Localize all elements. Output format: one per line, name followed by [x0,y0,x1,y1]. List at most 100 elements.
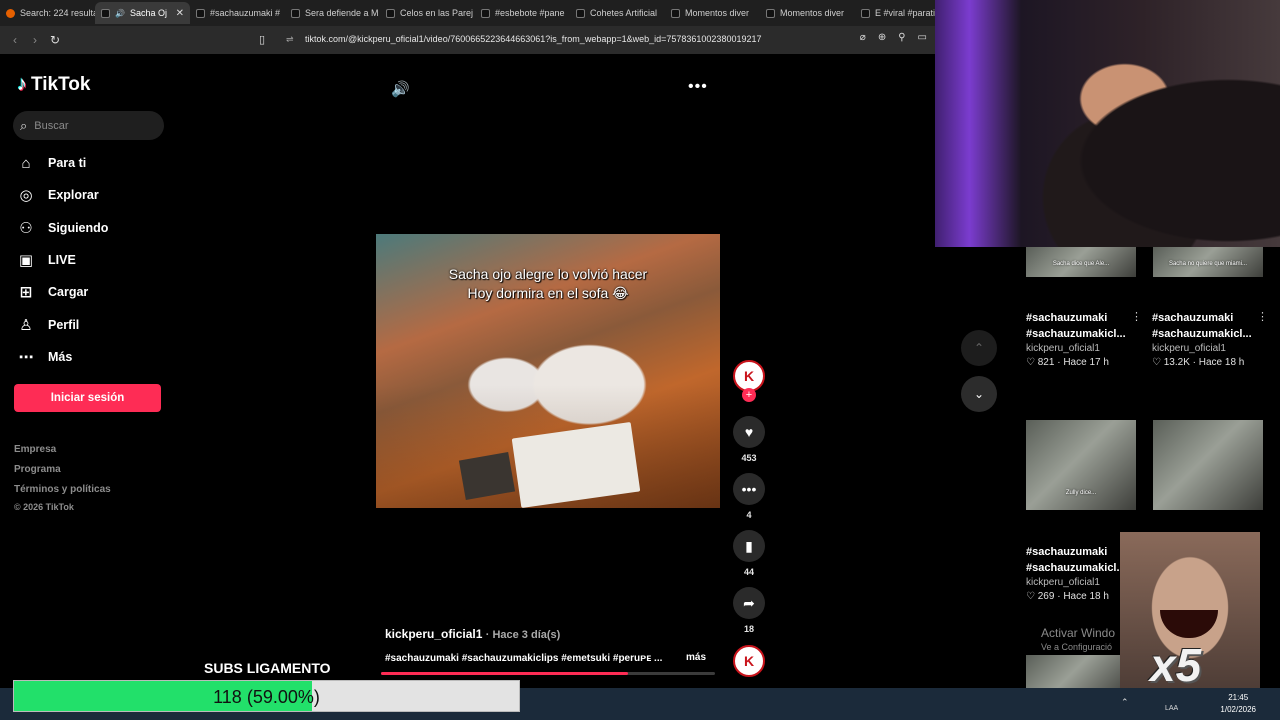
tab-audio-icon[interactable]: 🔊 [115,9,125,18]
sidebar-footer: Empresa Programa Términos y políticas © … [14,444,111,518]
next-video-button[interactable]: ⌄ [961,376,997,412]
tab-label: Search: 224 resulta [20,8,95,18]
sidebar-item-label: Para ti [48,156,87,171]
upload-icon: ⊞ [19,284,33,302]
bookmark-save-icon[interactable]: ▮ [733,530,765,562]
browser-tab[interactable]: #esbebote #pane [475,2,570,24]
related-thumb[interactable]: Sacha no quiere que miami... [1153,247,1263,277]
language-indicator[interactable]: LAA [1165,705,1178,712]
search-box[interactable]: ⌕ [13,111,164,140]
card-stats: ♡ 13.2K · Hace 18 h [1152,357,1245,368]
browser-tab[interactable]: #sachauzumaki # [190,2,285,24]
card-author: kickperu_oficial1 [1152,343,1226,354]
browser-tab[interactable]: Momentos diver [665,2,760,24]
related-card[interactable]: ⋮ #sachauzumaki #sachauzumakicl... kickp… [1026,310,1148,368]
browser-tab-bar: Search: 224 resulta 🔊 Sacha Oj ✕ #sachauzuma… [0,0,935,26]
footer-link-programa[interactable]: Programa [14,464,111,484]
related-thumb[interactable]: Zully dice... [1026,420,1136,510]
related-thumb[interactable] [1153,420,1263,510]
browser-tab[interactable]: 🔊 Sacha Oj ✕ [95,2,190,24]
clock-date: 1/02/2026 [1220,705,1256,714]
like-count: 453 [741,453,757,463]
sidebar-item-perfil[interactable]: ♙ Perfil [17,308,108,340]
sidebar-item-para-ti[interactable]: ⌂ Para ti [17,147,108,179]
compass-icon: ◎ [19,187,33,205]
activate-windows-subtitle: Ve a Configuració [1041,642,1113,652]
comment-action[interactable]: ••• 4 [729,473,769,520]
author-name[interactable]: kickperu_oficial1 [385,627,482,641]
url-field[interactable]: tiktok.com/@kickperu_oficial1/video/7600… [305,34,761,44]
video-caption-line1: Sacha ojo alegre lo volvió hacer [448,266,648,282]
volume-icon[interactable]: 🔊 [391,80,410,98]
related-thumb[interactable]: Sacha dice que Ale... [1026,247,1136,277]
browser-tab[interactable]: Sera defiende a M [285,2,380,24]
subs-goal-bar: 118 (59.00%) [13,680,520,712]
video-player[interactable]: Sacha ojo alegre lo volvió hacer Hoy dor… [376,234,720,508]
activate-windows-title: Activar Windo [1041,626,1116,640]
sidebar-toggle-icon[interactable]: ▭ [918,32,927,43]
sidebar-item-label: LIVE [48,253,76,268]
browser-tab[interactable]: Search: 224 resulta [0,2,95,24]
extensions-icon[interactable]: ⚲ [898,32,905,43]
sidebar-item-explorar[interactable]: ◎ Explorar [17,179,108,211]
login-button[interactable]: Iniciar sesión [14,384,161,412]
like-action[interactable]: ♥ 453 [729,416,769,463]
footer-link-terminos[interactable]: Términos y políticas [14,484,111,504]
sidebar-item-cargar[interactable]: ⊞ Cargar [17,276,108,308]
video-description[interactable]: #sachauzumaki #sachauzumakiclips #emetsu… [385,653,675,664]
tiktok-note-icon: ♪ [17,73,27,95]
subs-goal-text: 118 (59.00%) [213,687,320,707]
search-input[interactable] [34,119,145,132]
forward-icon[interactable]: › [25,33,45,47]
tiktok-favicon-icon [576,8,585,18]
post-time: · Hace 3 día(s) [485,629,561,641]
meme-mouth [1160,610,1218,638]
related-card[interactable]: ⋮ #sachauzumaki #sachauzumakicl... kickp… [1152,310,1274,368]
more-icon: ⋯ [18,348,34,366]
video-progress-bar[interactable] [381,672,715,675]
close-tab-icon[interactable]: ✕ [176,8,184,19]
tab-label: Sacha Oj [129,8,167,18]
tiktok-favicon-icon [196,8,205,18]
more-options-icon[interactable]: ••• [688,78,708,96]
save-count: 44 [743,567,754,577]
tab-label: #sachauzumaki # [210,8,281,18]
live-icon: ▣ [18,252,34,270]
follow-plus-icon[interactable]: + [742,388,756,402]
footer-link-empresa[interactable]: Empresa [14,444,111,464]
reload-icon[interactable]: ↻ [45,33,65,47]
search-icon: ⌕ [20,117,28,133]
tiktok-favicon-icon [671,8,680,18]
sidebar-item-label: Más [48,349,73,364]
card-menu-icon[interactable]: ⋮ [1257,310,1268,323]
more-link[interactable]: más [686,652,706,663]
card-author: kickperu_oficial1 [1026,343,1100,354]
meme-multiplier: x5 [1150,639,1202,691]
browser-tab[interactable]: Momentos diver [760,2,855,24]
browser-tab[interactable]: E #viral #parati [855,2,935,24]
tiktok-logo[interactable]: ♪ TikTok [17,73,90,96]
tray-expand-icon[interactable]: ⌃ [1121,697,1129,708]
clock[interactable]: 21:45 1/02/2026 [1220,692,1256,716]
tab-label: Celos en las Parej [400,8,474,18]
bookmark-icon[interactable]: ▯ [259,33,265,46]
previous-video-button[interactable]: ⌃ [961,330,997,366]
sidebar-item-más[interactable]: ⋯ Más [17,341,108,373]
browser-tab[interactable]: Cohetes Artificial [570,2,665,24]
tab-label: Sera defiende a M [305,8,379,18]
back-icon[interactable]: ‹ [5,33,25,47]
sidebar-item-live[interactable]: ▣ LIVE [17,244,108,276]
browser-tab[interactable]: Celos en las Parej [380,2,475,24]
heart-icon[interactable]: ♥ [733,416,765,448]
share-icon[interactable]: ➦ [733,587,765,619]
share-action[interactable]: ➦ 18 [729,587,769,634]
sidebar-item-siguiendo[interactable]: ⚇ Siguiendo [17,212,108,244]
music-disc-avatar[interactable]: K [733,645,765,677]
zoom-icon[interactable]: ⊕ [878,32,886,43]
save-action[interactable]: ▮ 44 [729,530,769,577]
subs-goal-title: SUBS LIGAMENTO [204,660,331,676]
card-menu-icon[interactable]: ⋮ [1131,310,1142,323]
tracking-icon[interactable]: ⌀ [860,32,866,43]
site-info-icon[interactable]: ⇌ [286,34,294,45]
comment-icon[interactable]: ••• [733,473,765,505]
